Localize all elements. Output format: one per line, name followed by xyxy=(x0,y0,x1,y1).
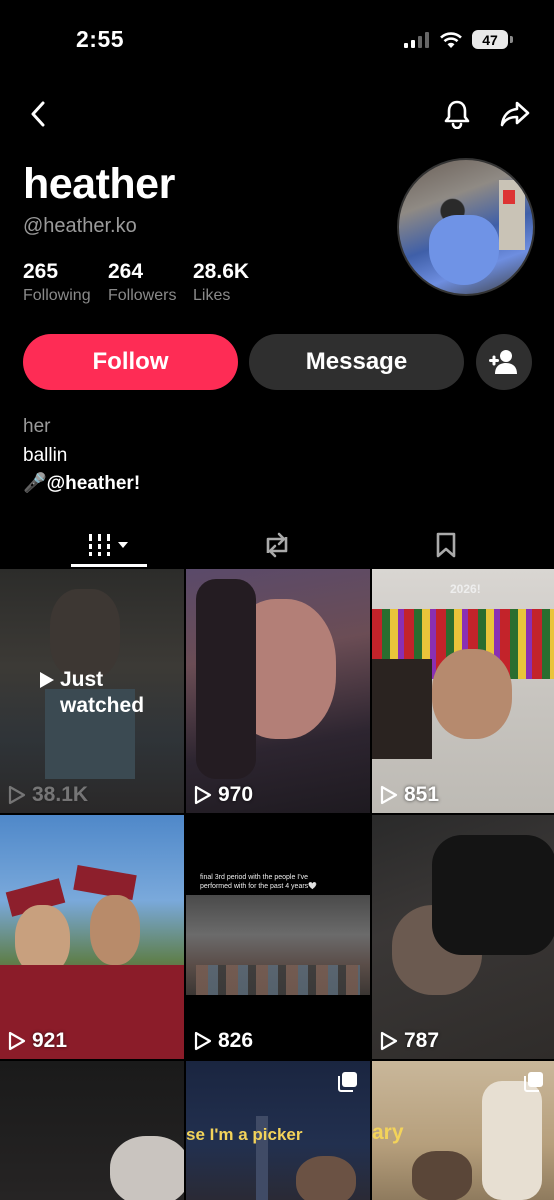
view-count: 38.1K xyxy=(8,783,88,807)
signal-icon xyxy=(404,31,429,48)
video-tile[interactable]: se I'm a picker xyxy=(186,1061,370,1200)
wifi-icon xyxy=(440,31,462,48)
play-outline-icon xyxy=(8,785,26,805)
stat-likes[interactable]: 28.6K Likes xyxy=(193,260,249,305)
tab-reposts[interactable] xyxy=(217,524,337,566)
stat-likes-label: Likes xyxy=(193,287,231,304)
notification-bell-button[interactable] xyxy=(437,94,477,134)
view-count: 851 xyxy=(380,783,439,807)
play-outline-icon xyxy=(380,785,398,805)
video-caption: se I'm a picker xyxy=(186,1125,303,1144)
play-outline-icon xyxy=(194,785,212,805)
video-tile[interactable]: 970 xyxy=(186,569,370,813)
video-tile[interactable]: ary xyxy=(372,1061,554,1200)
repost-icon xyxy=(266,532,288,558)
stat-followers[interactable]: 264 Followers xyxy=(108,260,176,305)
play-outline-icon xyxy=(8,1031,26,1051)
video-caption: final 3rd period with the people I've pe… xyxy=(200,874,317,890)
bookmark-icon xyxy=(436,532,456,558)
tab-active-indicator xyxy=(71,564,147,567)
video-caption: 2026! xyxy=(450,582,481,596)
stat-followers-label: Followers xyxy=(108,287,177,304)
add-person-icon xyxy=(489,350,517,374)
stat-following-label: Following xyxy=(23,287,91,304)
tab-saved[interactable] xyxy=(386,524,506,566)
video-tile[interactable]: 787 xyxy=(372,815,554,1059)
view-count: 787 xyxy=(380,1029,439,1053)
chevron-left-icon xyxy=(31,101,45,127)
share-button[interactable] xyxy=(495,94,535,134)
follow-button[interactable]: Follow xyxy=(23,334,238,390)
status-icons: 47 xyxy=(404,30,513,49)
message-button[interactable]: Message xyxy=(249,334,464,390)
stat-following-value: 265 xyxy=(23,260,59,283)
grid-icon xyxy=(87,534,128,556)
bell-icon xyxy=(444,100,470,129)
video-tile[interactable] xyxy=(0,1061,184,1200)
video-caption: ary xyxy=(372,1121,404,1144)
stat-following[interactable]: 265 Following xyxy=(23,260,91,305)
battery-indicator: 47 xyxy=(472,30,513,49)
video-tile[interactable]: 2026! 851 xyxy=(372,569,554,813)
avatar[interactable] xyxy=(397,158,535,296)
tab-videos[interactable] xyxy=(49,524,169,566)
back-button[interactable] xyxy=(18,94,58,134)
stat-likes-value: 28.6K xyxy=(193,260,250,283)
bio-mention-link[interactable]: 🎤@heather! xyxy=(23,471,140,495)
just-watched-label: Just watched xyxy=(38,667,144,719)
play-icon xyxy=(40,672,54,688)
view-count: 970 xyxy=(194,783,253,807)
profile-username: @heather.ko xyxy=(23,215,137,237)
add-friend-button[interactable] xyxy=(476,334,532,390)
photo-carousel-icon xyxy=(522,1071,544,1098)
video-tile[interactable]: final 3rd period with the people I've pe… xyxy=(186,815,370,1059)
stat-followers-value: 264 xyxy=(108,260,144,283)
play-outline-icon xyxy=(194,1031,212,1051)
view-count: 826 xyxy=(194,1029,253,1053)
bio-line: ballin xyxy=(23,445,68,466)
profile-display-name: heather xyxy=(23,160,175,208)
bio-line: her xyxy=(23,416,51,437)
share-arrow-icon xyxy=(500,101,530,127)
video-tile[interactable]: Just watched 38.1K xyxy=(0,569,184,813)
photo-carousel-icon xyxy=(336,1071,358,1098)
play-outline-icon xyxy=(380,1031,398,1051)
view-count: 921 xyxy=(8,1029,67,1053)
video-tile[interactable]: 921 xyxy=(0,815,184,1059)
status-time: 2:55 xyxy=(76,26,125,52)
